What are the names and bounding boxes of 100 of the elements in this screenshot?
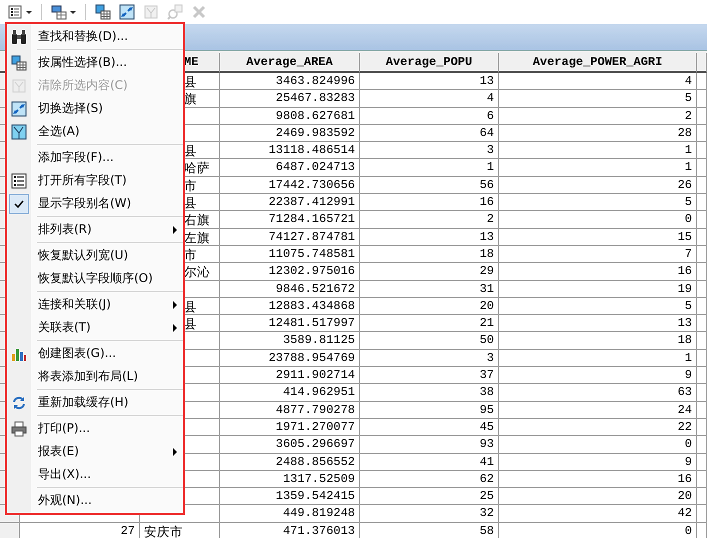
table-cell: 16 [499,470,697,488]
table-cell [697,246,707,264]
table-cell: 12481.517997 [220,315,360,332]
table-cell: 安庆市 [140,522,220,538]
delete-icon [191,4,207,20]
column-header[interactable]: Average_POWER_AGRI [499,53,697,73]
table-cell: 0 [499,211,697,229]
table-cell [697,176,707,194]
table-cell: 13 [360,228,499,246]
table-cell: 4 [360,90,499,108]
menu-item[interactable]: 全选(A) [7,120,183,143]
table-cell: 9808.627681 [220,108,360,125]
table-cell: 3589.81125 [220,332,360,350]
menu-item[interactable]: 重新加载缓存(H) [7,391,183,414]
table-cell: 64 [360,124,499,142]
table-cell: 58 [360,522,499,538]
table-cell: 2469.983592 [220,124,360,142]
table-cell: 25467.83283 [220,90,360,108]
clear-selection-icon [11,78,27,94]
table-cell: 0 [499,522,697,538]
table-cell: 9 [499,454,697,471]
menu-item[interactable]: 外观(N)... [7,489,183,512]
table-cell [697,350,707,368]
table-cell: 9846.521672 [220,280,360,298]
menu-item[interactable]: 创建图表(G)... [7,342,183,365]
table-cell: 1 [499,159,697,177]
menu-item[interactable]: 显示字段别名(W) [7,192,183,215]
table-cell: 21 [360,315,499,332]
submenu-arrow-icon [173,226,177,234]
menu-item[interactable]: 查找和替换(D)... [7,25,183,48]
table-cell: 471.376013 [220,522,360,538]
table-cell: 2911.902714 [220,367,360,384]
column-header[interactable]: Average_POPU [360,53,499,73]
table-cell: 4 [499,73,697,90]
submenu-arrow-icon [173,300,177,308]
table-cell [697,522,707,538]
table-cell: 19 [499,280,697,298]
menu-item[interactable]: 将表添加到布局(L) [7,365,183,388]
table-cell [697,298,707,316]
table-cell: 27 [20,522,140,538]
table-cell: 1 [499,350,697,368]
menu-item[interactable]: 打印(P)... [7,417,183,440]
table-cell [697,108,707,125]
table-cell: 22387.412991 [220,194,360,212]
table-cell: 414.962951 [220,384,360,402]
submenu-arrow-icon [173,448,177,456]
table-select-icon [11,54,27,70]
table-cell: 12302.975016 [220,263,360,281]
table-cell: 12883.434868 [220,298,360,316]
table-cell: 56 [360,176,499,194]
table-cell: 16 [499,263,697,281]
table-cell [697,488,707,506]
table-cell [697,384,707,402]
menu-item[interactable]: 导出(X)... [7,463,183,486]
table-cell: 25 [360,488,499,506]
table-cell: 38 [360,384,499,402]
table-cell [697,90,707,108]
refresh-icon [11,394,27,410]
table-cell: 0 [499,436,697,454]
table-cell: 1971.270077 [220,418,360,436]
table-cell: 62 [360,470,499,488]
tables-icon [51,4,67,20]
binoculars-icon [11,28,27,44]
table-cell: 63 [499,384,697,402]
table-cell [697,73,707,90]
table-cell: 5 [499,90,697,108]
table-cell [697,280,707,298]
table-cell: 29 [360,263,499,281]
table-cell: 71284.165721 [220,211,360,229]
caret-icon [26,10,32,14]
table-cell [697,402,707,419]
table-cell: 1317.52509 [220,470,360,488]
table-cell: 45 [360,418,499,436]
table-cell: 9 [499,367,697,384]
table-cell [697,470,707,488]
table-cell [697,263,707,281]
table-cell: 11075.748581 [220,246,360,264]
table-cell: 22 [499,418,697,436]
table-cell [697,315,707,332]
submenu-arrow-icon [173,324,177,332]
table-cell: 2 [499,108,697,125]
table-cell: 2 [360,211,499,229]
table-cell: 1 [360,159,499,177]
switch-arrows-icon [11,100,27,116]
table-cell: 6487.024713 [220,159,360,177]
menu-item[interactable]: 报表(E) [7,440,183,463]
table-cell: 3605.296697 [220,436,360,454]
table-cell: 1359.542415 [220,488,360,506]
table-select-icon [95,4,111,20]
list-icon [7,4,23,20]
table-cell: 23788.954769 [220,350,360,368]
table-cell: 32 [360,505,499,523]
table-cell: 18 [499,332,697,350]
column-header[interactable]: Average_AREA [220,53,360,73]
table-cell [697,454,707,471]
menu-item[interactable]: 按属性选择(B)... [7,51,183,74]
table-cell: 28 [499,124,697,142]
table-cell: 74127.874781 [220,228,360,246]
table-cell [697,436,707,454]
list-icon [11,172,27,188]
